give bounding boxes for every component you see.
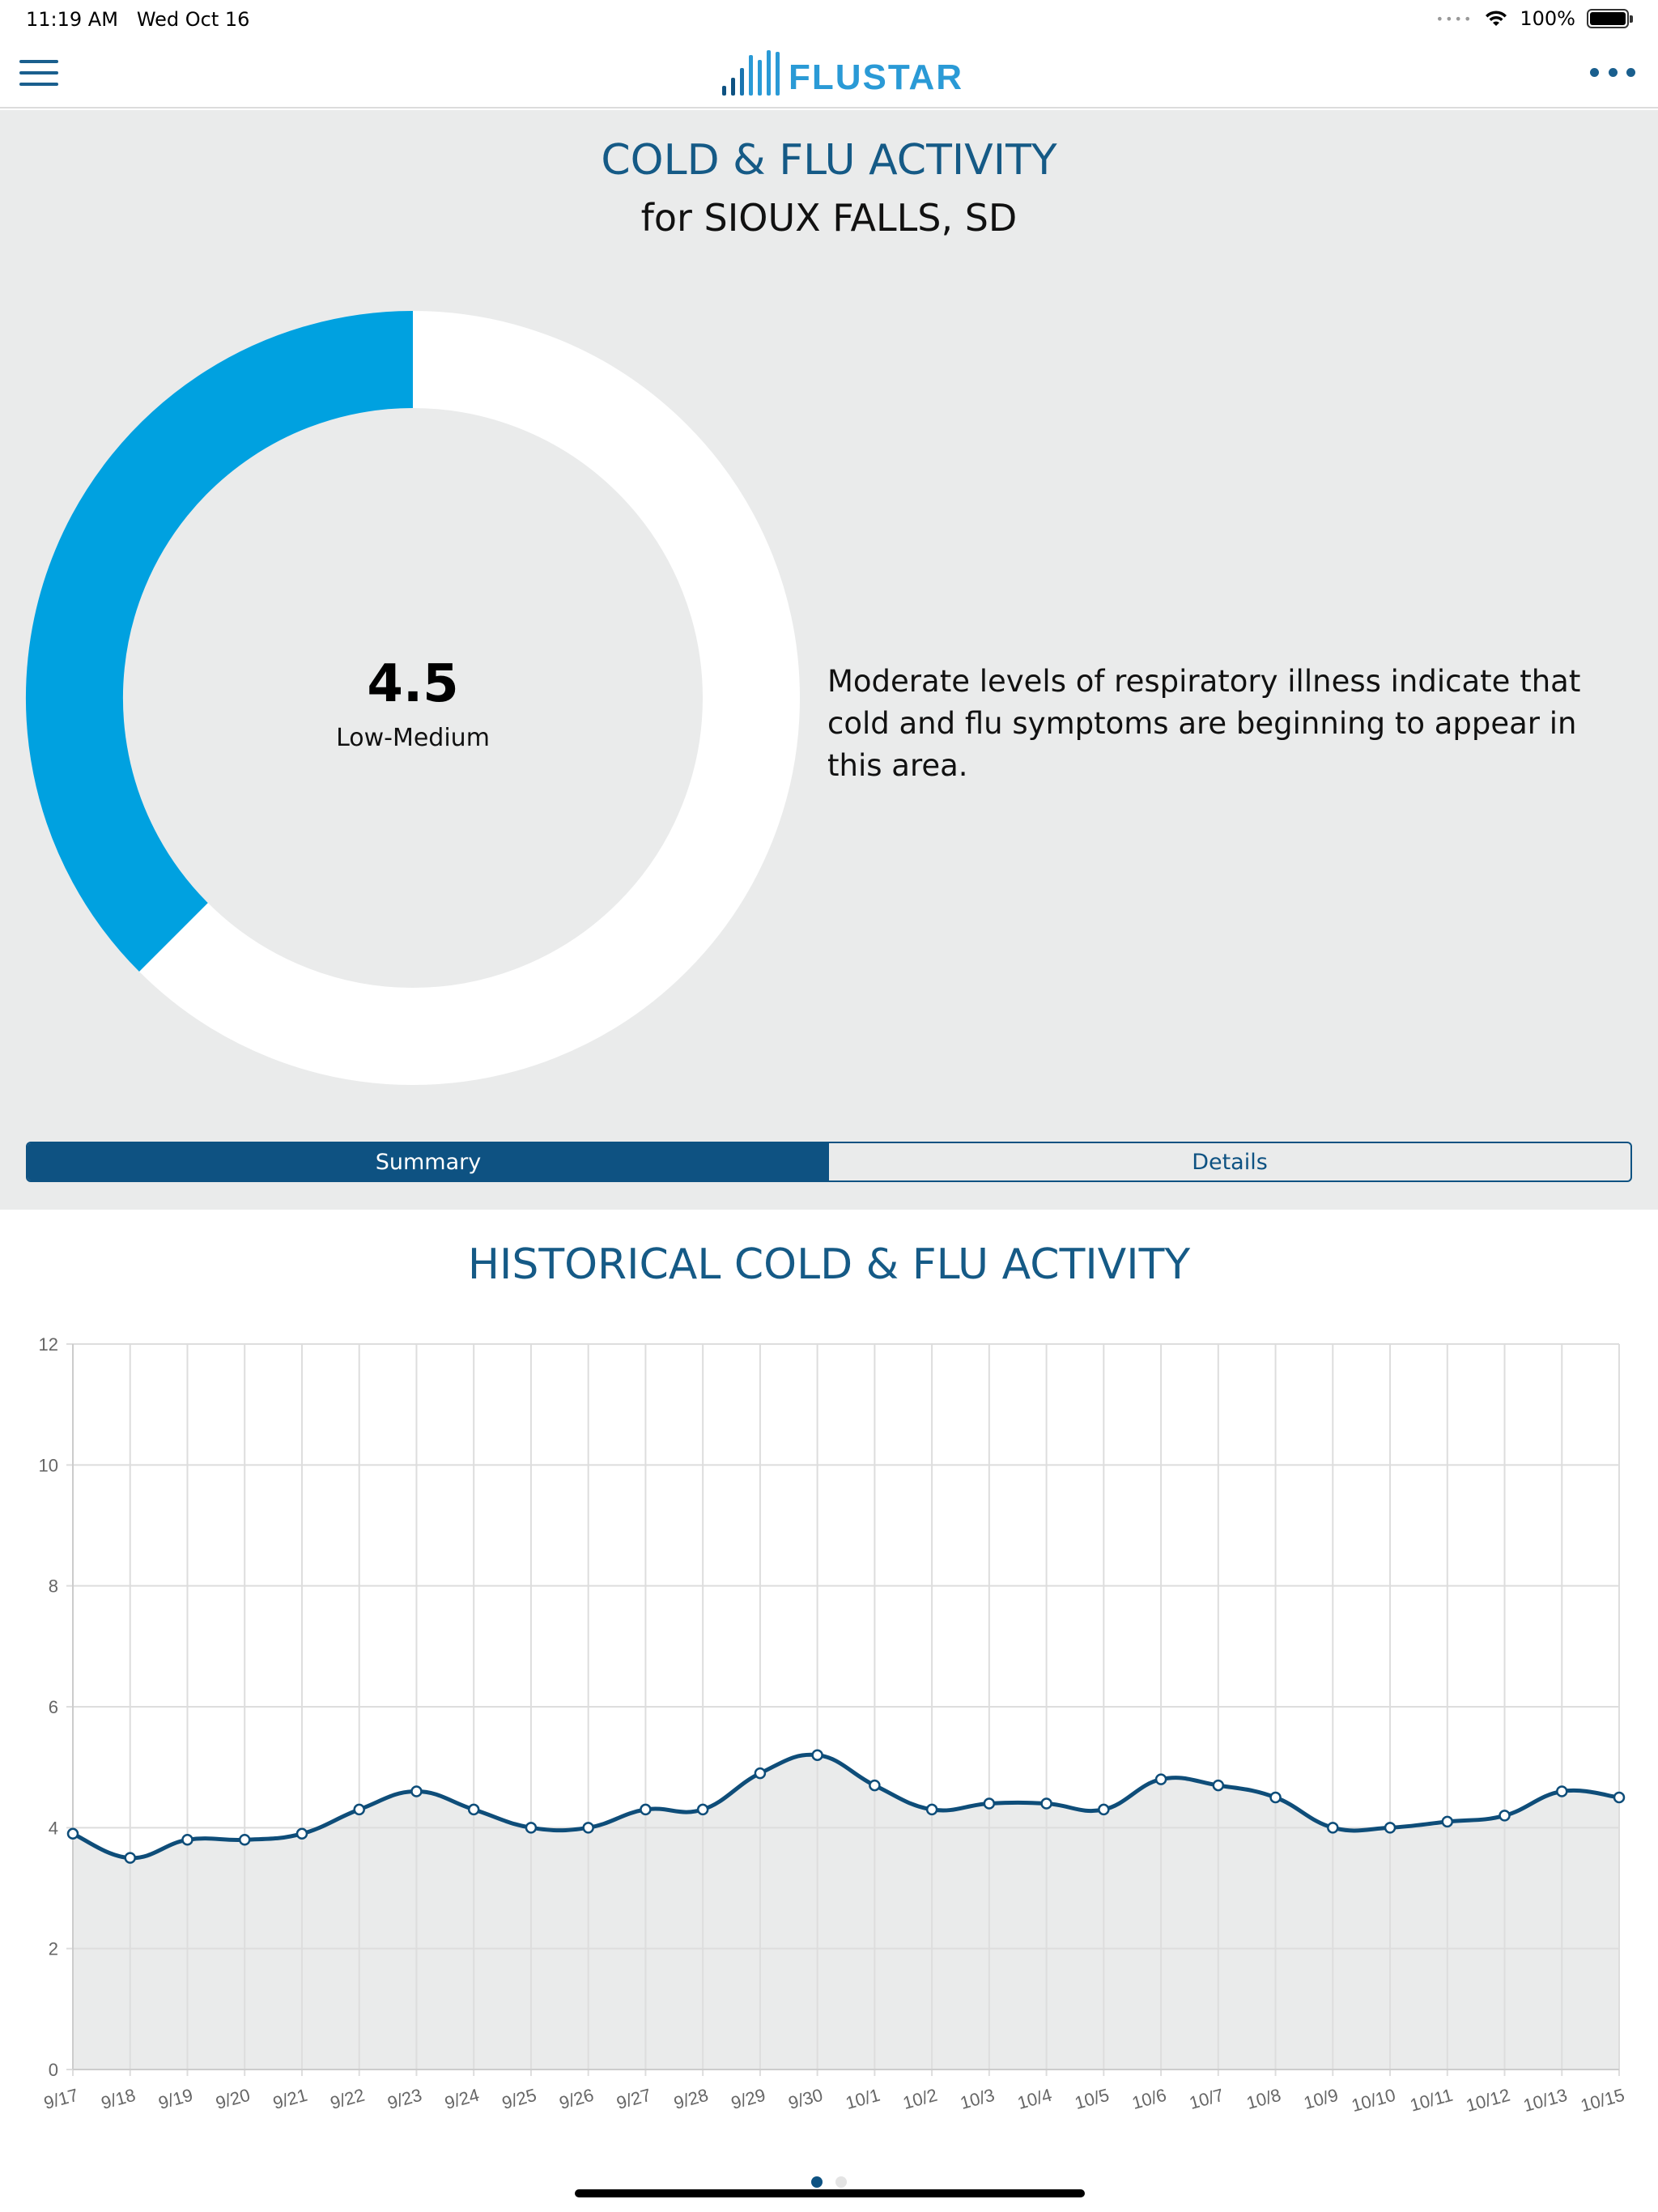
y-tick-label: 0	[49, 2060, 58, 2080]
x-tick-label: 10/15	[1579, 2085, 1627, 2116]
y-tick-label: 4	[49, 1818, 58, 1838]
data-point	[1269, 1791, 1282, 1804]
data-point	[1384, 1822, 1397, 1834]
x-tick-label: 9/24	[443, 2085, 482, 2113]
x-tick-label: 10/4	[1015, 2085, 1054, 2113]
x-tick-label: 9/17	[41, 2085, 80, 2113]
status-bar: 11:19 AM Wed Oct 16 •••• 100%	[0, 0, 1658, 37]
y-tick-label: 10	[39, 1455, 58, 1475]
y-tick-label: 12	[39, 1334, 58, 1355]
x-tick-label: 9/19	[156, 2085, 195, 2113]
x-tick-label: 10/1	[844, 2085, 882, 2113]
x-tick-label: 10/7	[1187, 2085, 1226, 2113]
x-tick-label: 10/12	[1464, 2085, 1512, 2116]
x-tick-label: 9/30	[786, 2085, 825, 2113]
data-point	[66, 1827, 79, 1840]
y-tick-label: 2	[49, 1939, 58, 1959]
segmented-control: Summary Details	[26, 1142, 1632, 1182]
status-time-date: 11:19 AM Wed Oct 16	[26, 8, 249, 31]
x-tick-label: 9/20	[214, 2085, 253, 2113]
status-indicators: •••• 100%	[1435, 7, 1633, 30]
status-time: 11:19 AM	[26, 8, 118, 31]
data-point	[1441, 1815, 1454, 1828]
data-point	[754, 1767, 767, 1780]
activity-description: Moderate levels of respiratory illness i…	[827, 664, 1581, 783]
x-tick-label: 10/9	[1302, 2085, 1341, 2113]
x-tick-label: 10/8	[1244, 2085, 1283, 2113]
activity-title: COLD & FLU ACTIVITY	[601, 136, 1057, 185]
data-point	[1556, 1785, 1568, 1797]
y-tick-label: 8	[49, 1576, 58, 1597]
data-point	[467, 1803, 480, 1816]
x-tick-label: 9/25	[500, 2085, 538, 2113]
signal-icon: ••••	[1435, 11, 1473, 27]
data-point	[869, 1779, 881, 1792]
logo-bars-icon	[722, 50, 780, 96]
tab-details[interactable]: Details	[829, 1143, 1630, 1180]
x-tick-label: 10/10	[1350, 2085, 1398, 2116]
data-point	[353, 1803, 365, 1816]
x-tick-label: 10/13	[1521, 2085, 1570, 2116]
data-point	[582, 1822, 594, 1834]
data-point	[525, 1822, 538, 1834]
x-tick-label: 9/27	[614, 2085, 653, 2113]
summary-panel: COLD & FLU ACTIVITY for SIOUX FALLS, SD …	[0, 110, 1658, 1210]
data-point	[410, 1785, 423, 1797]
page-dot-2[interactable]	[835, 2176, 847, 2188]
x-tick-label: 10/11	[1408, 2085, 1455, 2116]
data-point	[1154, 1773, 1167, 1785]
gauge-level: Low-Medium	[336, 724, 490, 752]
x-tick-label: 10/3	[958, 2085, 997, 2113]
data-point	[295, 1827, 308, 1840]
tab-summary[interactable]: Summary	[28, 1143, 829, 1180]
data-point	[1212, 1779, 1225, 1792]
data-point	[1499, 1810, 1511, 1822]
x-tick-label: 10/2	[901, 2085, 940, 2113]
gauge-score: 4.5	[367, 654, 459, 714]
battery-icon	[1587, 9, 1633, 28]
y-tick-label: 6	[49, 1697, 58, 1717]
x-tick-label: 9/29	[729, 2085, 767, 2113]
data-point	[983, 1797, 996, 1810]
home-indicator[interactable]	[575, 2189, 1085, 2197]
gauge-fill	[25, 311, 414, 972]
battery-percent: 100%	[1520, 7, 1575, 30]
data-point	[1040, 1797, 1052, 1810]
data-point	[181, 1834, 193, 1846]
data-point	[1327, 1822, 1339, 1834]
ellipsis-icon[interactable]	[1590, 68, 1635, 81]
data-point	[640, 1803, 652, 1816]
x-tick-label: 9/28	[672, 2085, 711, 2113]
data-point	[1098, 1803, 1110, 1816]
flustar-logo: FLUSTAR	[721, 49, 963, 97]
x-tick-label: 9/22	[328, 2085, 367, 2113]
x-tick-label: 10/5	[1073, 2085, 1112, 2113]
nav-bar: FLUSTAR	[0, 37, 1658, 108]
logo-text: FLUSTAR	[789, 57, 964, 97]
page-indicator[interactable]	[0, 2176, 1658, 2188]
data-point	[238, 1834, 251, 1846]
x-tick-label: 10/6	[1130, 2085, 1169, 2113]
data-point	[124, 1852, 136, 1864]
history-title: HISTORICAL COLD & FLU ACTIVITY	[467, 1240, 1191, 1289]
area-fill	[73, 1755, 1619, 2069]
x-tick-label: 9/23	[385, 2085, 424, 2113]
hamburger-icon[interactable]	[19, 60, 58, 86]
data-point	[1613, 1791, 1626, 1804]
x-tick-label: 9/21	[270, 2085, 309, 2113]
x-tick-label: 9/26	[557, 2085, 596, 2113]
data-point	[811, 1749, 823, 1761]
location-title: for SIOUX FALLS, SD	[640, 196, 1018, 240]
data-point	[696, 1803, 709, 1816]
history-chart: 0 2 4 6 8 10 12 9/17 9/18 9/19 9/20 9/21 9/22 9/23 9/2…	[39, 1334, 1627, 2116]
x-tick-label: 9/18	[99, 2085, 138, 2113]
data-point	[925, 1803, 938, 1816]
wifi-icon	[1486, 11, 1507, 26]
status-date: Wed Oct 16	[136, 8, 250, 31]
page-dot-1[interactable]	[811, 2176, 823, 2188]
